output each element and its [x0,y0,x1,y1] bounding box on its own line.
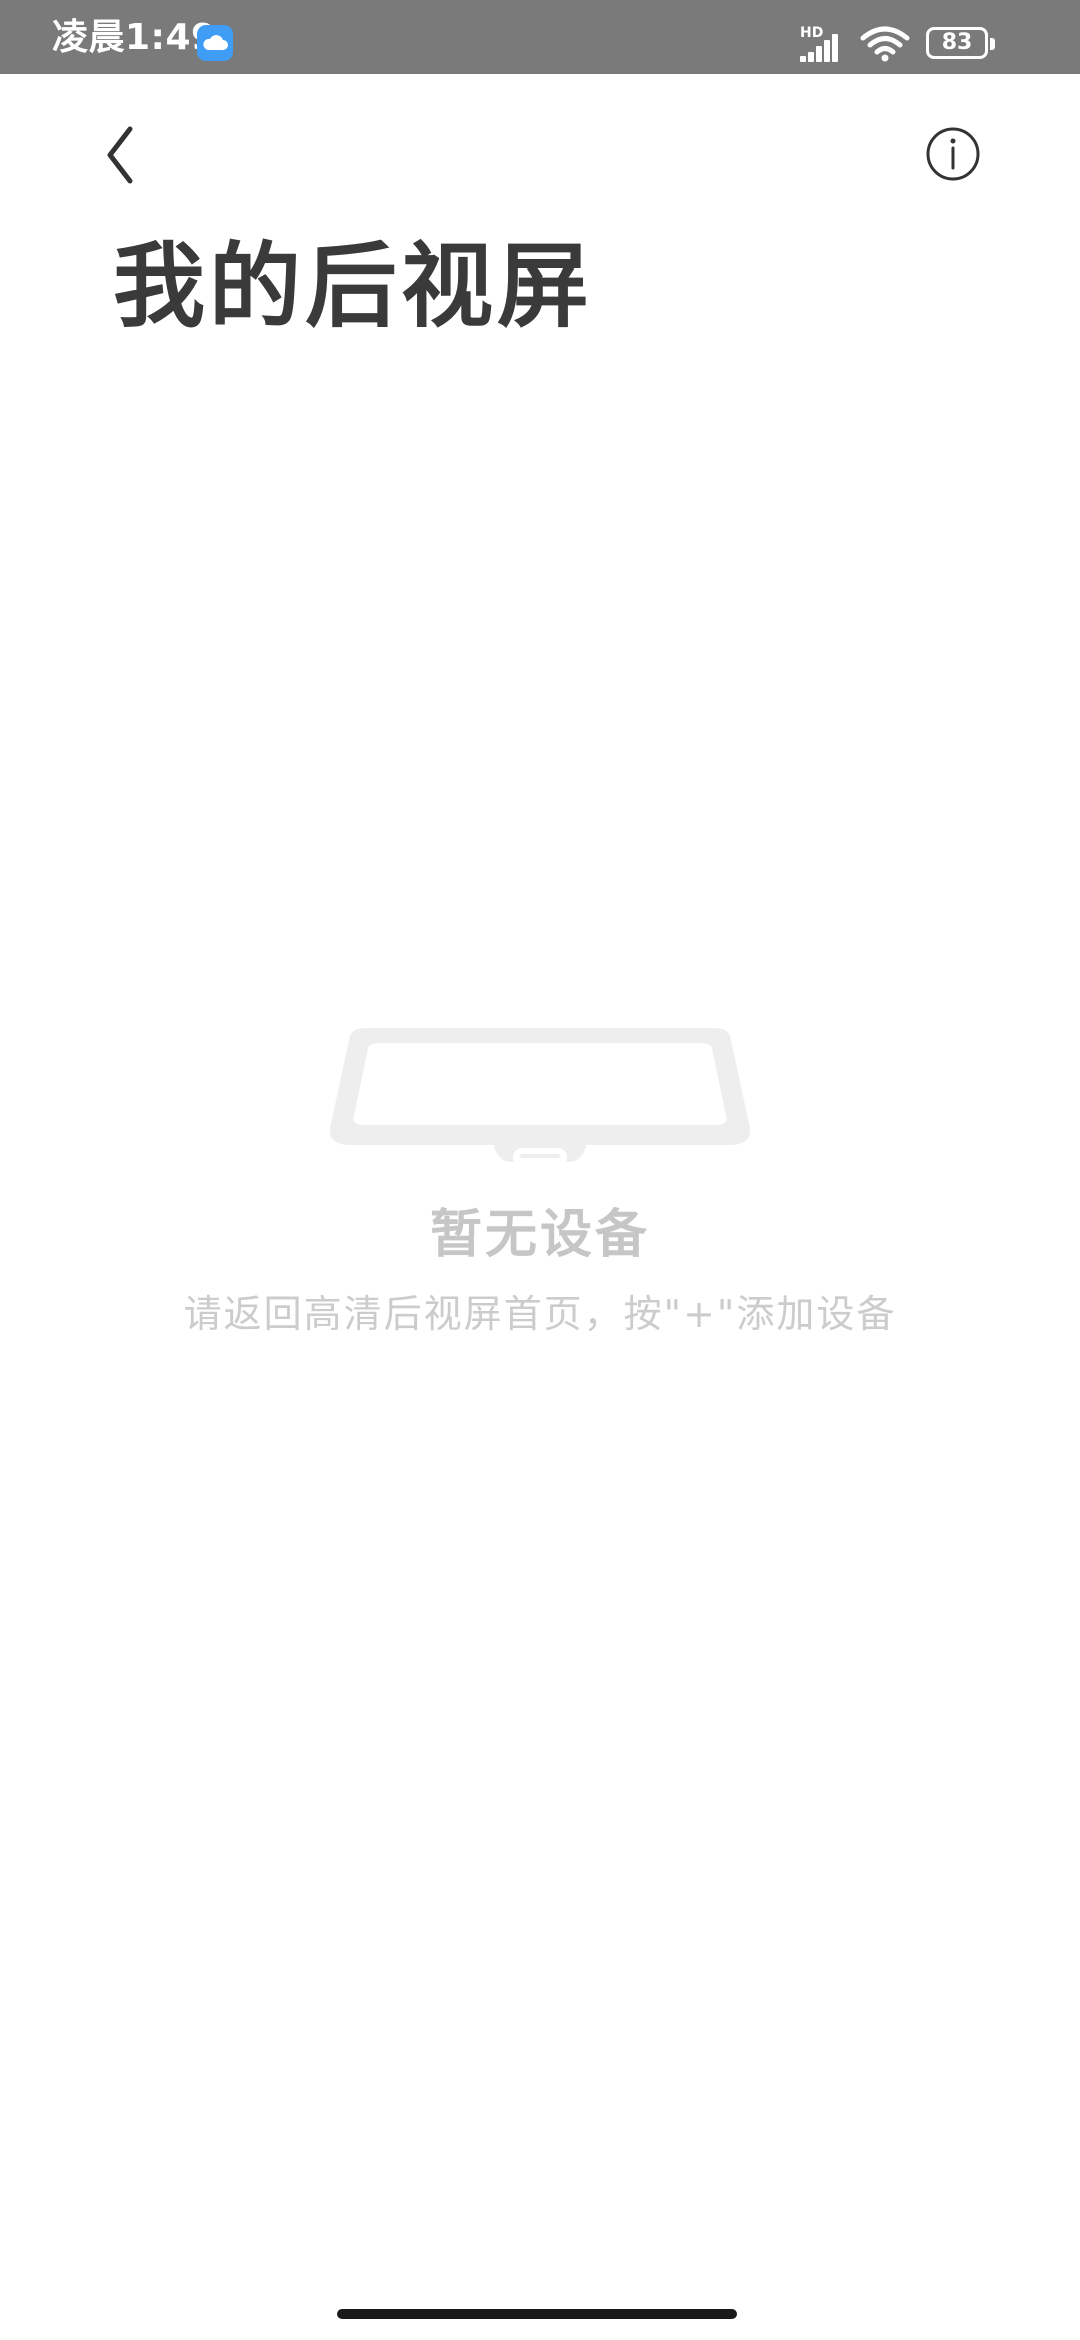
empty-state-hint: 请返回高清后视屏首页，按"+"添加设备 [183,1292,897,1336]
battery-icon: 83 [926,27,995,59]
status-indicators: HD 83 [780,0,1080,74]
page-title: 我的后视屏 [113,233,594,340]
status-bar: 凌晨1:49 HD 83 [0,0,1080,74]
info-icon [926,127,980,181]
cloud-app-icon [197,25,233,61]
empty-state-title: 暂无设备 [429,1205,650,1265]
wifi-icon [860,26,910,62]
chevron-left-icon [107,126,133,184]
rearview-mirror-icon [328,1028,752,1178]
info-button[interactable] [925,126,981,182]
home-indicator[interactable] [337,2309,737,2319]
signal-icon [800,34,838,62]
back-button[interactable] [92,120,148,190]
battery-level: 83 [941,30,973,55]
status-time: 凌晨1:49 [52,17,217,58]
